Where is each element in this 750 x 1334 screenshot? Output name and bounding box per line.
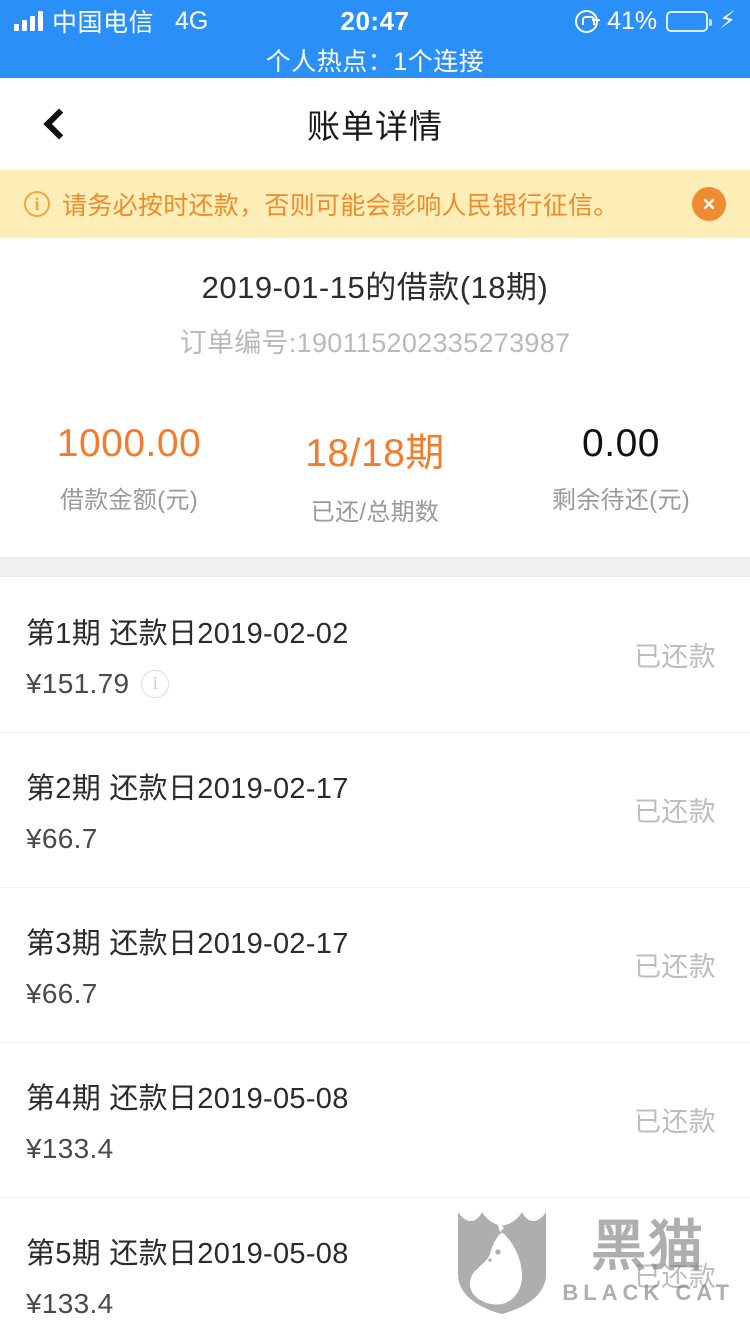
installment-amount: ¥66.7 xyxy=(26,977,98,1009)
table-row[interactable]: 第5期 还款日2019-05-08 ¥133.4 已还款 xyxy=(0,1197,750,1334)
battery-percent-label: 41% xyxy=(607,6,658,35)
stat-remaining: 0.00 剩余待还(元) xyxy=(498,422,744,527)
charging-bolt-icon: ⚡ xyxy=(719,7,736,34)
table-row[interactable]: 第2期 还款日2019-02-17 ¥66.7 已还款 xyxy=(0,732,750,887)
installment-amount-line: ¥133.4 xyxy=(26,1133,634,1165)
status-bar-right: 41% ⚡ xyxy=(575,7,736,36)
installment-title: 第4期 还款日2019-05-08 xyxy=(26,1082,349,1115)
stat-label: 借款金额(元) xyxy=(59,487,199,514)
warning-banner: i 请务必按时还款，否则可能会影响人民银行征信。 xyxy=(0,170,750,238)
stat-label: 剩余待还(元) xyxy=(551,487,691,514)
chevron-left-icon xyxy=(43,108,75,140)
navigation-bar: 账单详情 xyxy=(0,78,750,170)
info-circle-icon: i xyxy=(24,191,50,217)
installment-amount-line: ¥133.4 xyxy=(26,1288,634,1320)
installment-title: 第5期 还款日2019-05-08 xyxy=(26,1237,349,1270)
status-bar-row-primary: 中国电信 4G 20:47 41% ⚡ xyxy=(0,0,750,42)
table-row[interactable]: 第3期 还款日2019-02-17 ¥66.7 已还款 xyxy=(0,887,750,1042)
close-icon xyxy=(703,198,715,210)
installment-title: 第1期 还款日2019-02-02 xyxy=(26,617,349,650)
table-row[interactable]: 第1期 还款日2019-02-02 ¥151.79 i 已还款 xyxy=(0,577,750,732)
installment-info: 第5期 还款日2019-05-08 ¥133.4 xyxy=(26,1230,634,1320)
status-badge: 已还款 xyxy=(634,952,716,982)
close-banner-button[interactable] xyxy=(692,187,726,221)
installment-info: 第3期 还款日2019-02-17 ¥66.7 xyxy=(26,920,634,1010)
battery-icon xyxy=(666,10,713,32)
status-badge: 已还款 xyxy=(634,1262,716,1292)
status-badge: 已还款 xyxy=(634,1107,716,1137)
warning-banner-text: 请务必按时还款，否则可能会影响人民银行征信。 xyxy=(62,192,619,220)
app-root: 中国电信 4G 20:47 41% ⚡ 个人热点：1个连接 账单详情 i 请务必… xyxy=(0,0,750,1334)
summary-stats-row: 1000.00 借款金额(元) 18/18期 已还/总期数 0.00 剩余待还(… xyxy=(0,422,750,557)
stat-value: 1000.00 xyxy=(56,422,202,465)
installment-title: 第3期 还款日2019-02-17 xyxy=(26,927,349,960)
stat-label: 已还/总期数 xyxy=(310,499,440,526)
page-title: 账单详情 xyxy=(307,108,443,145)
loan-summary-card: 2019-01-15的借款(18期) 订单编号:1901152023352739… xyxy=(0,238,750,557)
section-divider xyxy=(0,557,750,577)
installment-info: 第1期 还款日2019-02-02 ¥151.79 i xyxy=(26,610,634,700)
status-badge: 已还款 xyxy=(634,797,716,827)
installment-info: 第4期 还款日2019-05-08 ¥133.4 xyxy=(26,1075,634,1165)
order-number-label: 订单编号:190115202335273987 xyxy=(179,328,571,358)
stat-periods: 18/18期 已还/总期数 xyxy=(252,422,498,527)
status-bar: 中国电信 4G 20:47 41% ⚡ 个人热点：1个连接 xyxy=(0,0,750,78)
rotation-lock-icon xyxy=(575,9,601,33)
stat-value: 18/18期 xyxy=(305,432,445,475)
installment-amount-line: ¥66.7 xyxy=(26,978,634,1010)
installment-info: 第2期 还款日2019-02-17 ¥66.7 xyxy=(26,765,634,855)
back-button[interactable] xyxy=(24,92,88,156)
table-row[interactable]: 第4期 还款日2019-05-08 ¥133.4 已还款 xyxy=(0,1042,750,1197)
installment-amount-line: ¥151.79 i xyxy=(26,668,634,700)
installment-amount: ¥151.79 xyxy=(26,667,130,699)
info-icon[interactable]: i xyxy=(141,669,170,698)
hotspot-banner: 个人热点：1个连接 xyxy=(265,48,485,76)
installment-list: 第1期 还款日2019-02-02 ¥151.79 i 已还款 第2期 还款日2… xyxy=(0,577,750,1334)
installment-amount: ¥133.4 xyxy=(26,1132,114,1164)
status-badge: 已还款 xyxy=(634,642,716,672)
stat-loan-amount: 1000.00 借款金额(元) xyxy=(6,422,252,527)
installment-title: 第2期 还款日2019-02-17 xyxy=(26,772,349,805)
installment-amount: ¥133.4 xyxy=(26,1287,114,1319)
installment-amount: ¥66.7 xyxy=(26,822,98,854)
installment-amount-line: ¥66.7 xyxy=(26,823,634,855)
loan-title: 2019-01-15的借款(18期) xyxy=(201,270,549,305)
stat-value: 0.00 xyxy=(582,422,660,465)
